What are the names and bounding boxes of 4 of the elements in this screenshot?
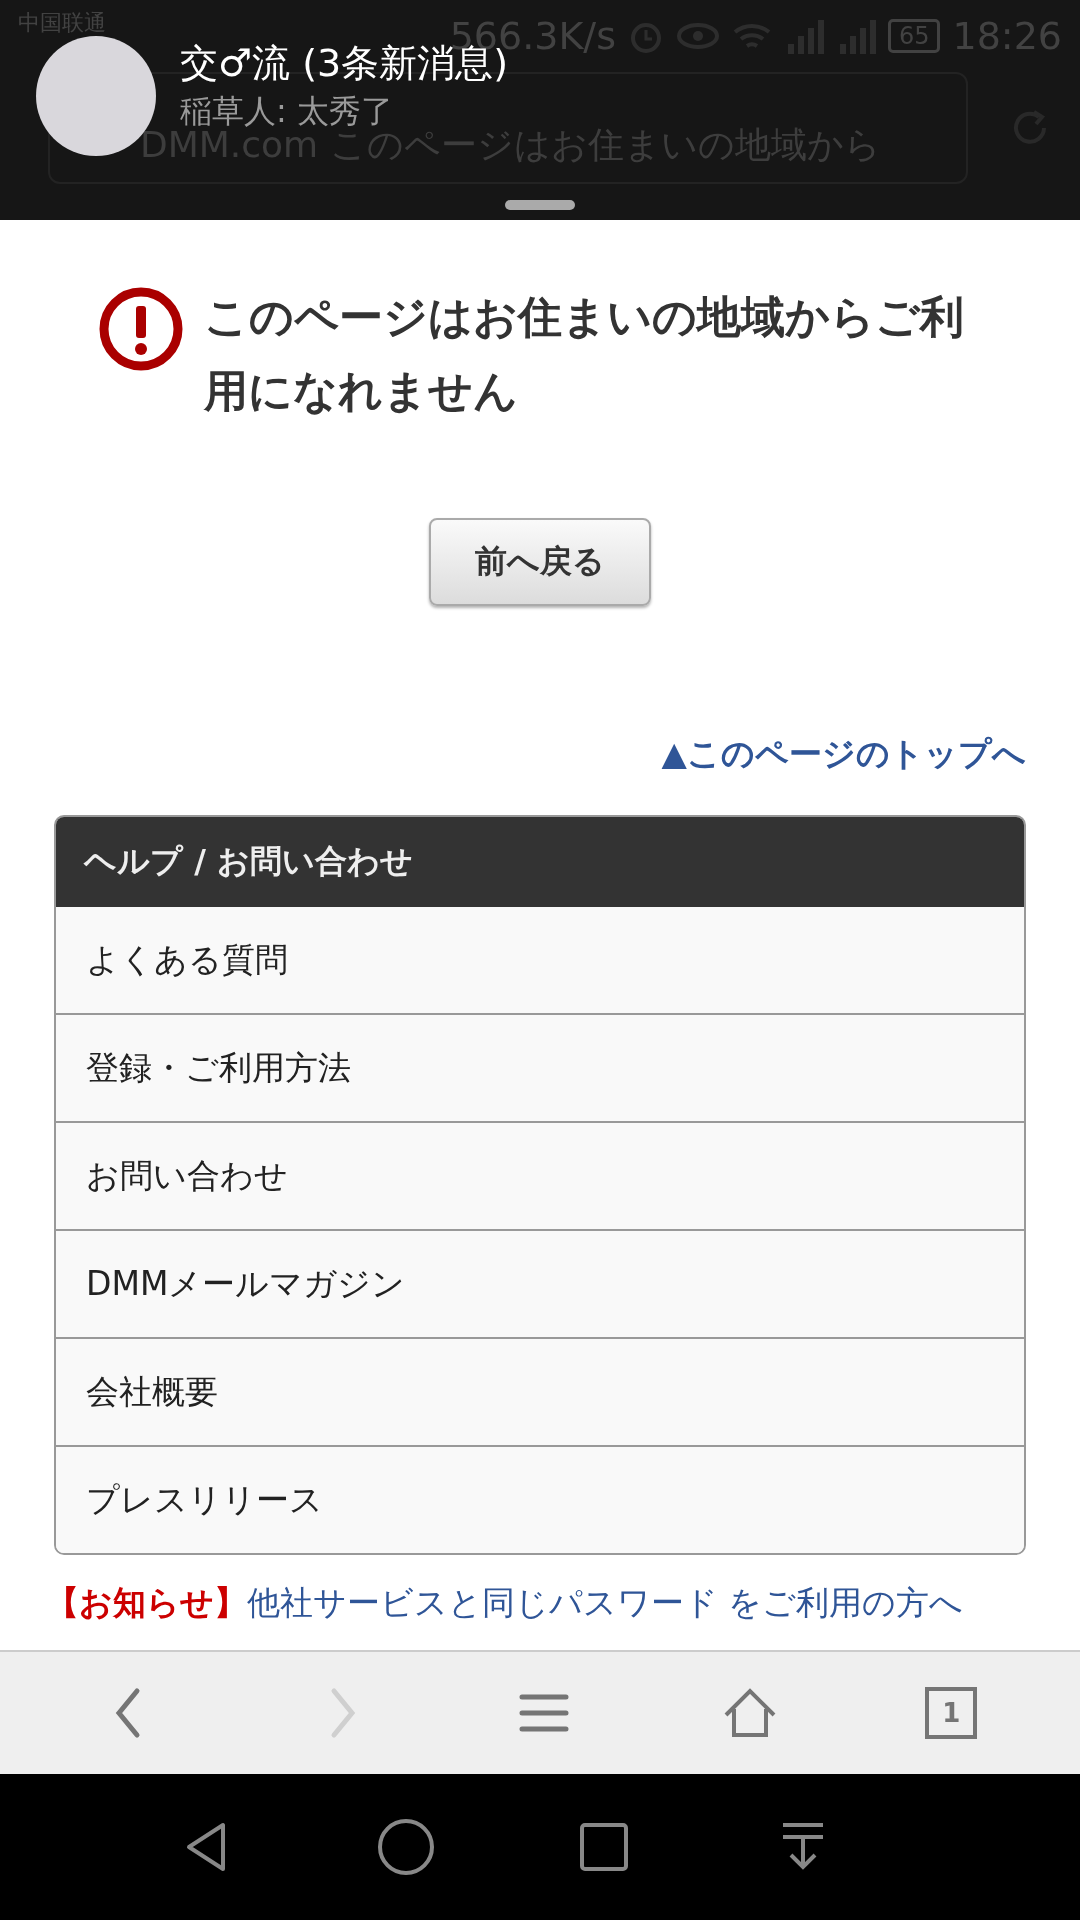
notice-label: 【お知らせ】	[46, 1582, 247, 1624]
panel-header: ヘルプ / お問い合わせ	[56, 817, 1024, 907]
notification-message: 稲草人: 太秀了	[180, 91, 394, 131]
error-message: このページはお住まいの地域からご利用になれません	[204, 290, 965, 418]
